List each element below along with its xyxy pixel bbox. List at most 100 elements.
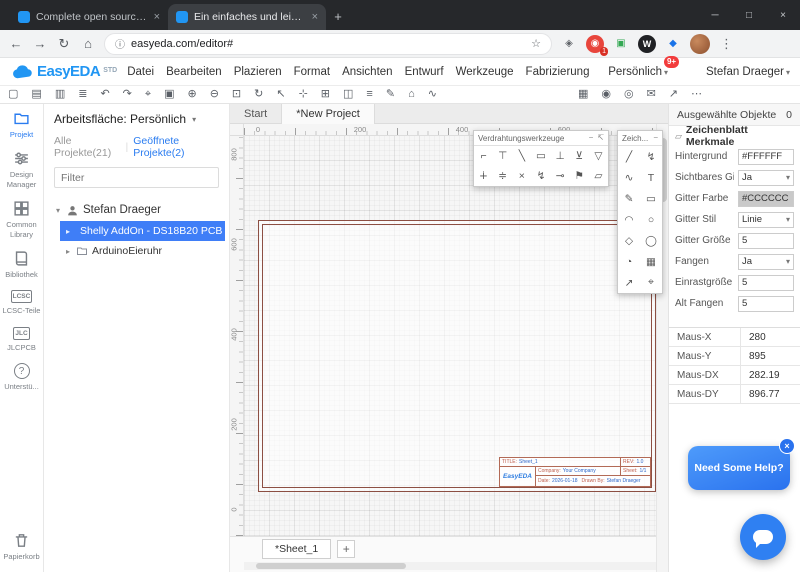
sidebar-item-design-manager[interactable]: Design Manager [0,144,43,194]
menu-entwurf[interactable]: Entwurf [405,66,444,78]
background-input[interactable] [738,149,794,165]
no-connect-icon[interactable]: × [512,166,531,186]
redo-icon[interactable]: ↷ [123,89,132,100]
browser-tab-active[interactable]: Ein einfaches und leistungsstark × [168,4,326,30]
project-row-selected[interactable]: ▸ Shelly AddOn - DS18B20 PCB [60,221,225,241]
sheet-tab[interactable]: *Sheet_1 [262,539,331,559]
polygon-icon[interactable]: ◇ [618,230,640,251]
grid-size-input[interactable] [738,233,794,249]
extension-icon-3[interactable]: ▣ [612,35,630,53]
bus-icon[interactable]: ⊤ [493,146,512,166]
tab-open-projects[interactable]: Geöffnete Projekte(2) [133,135,219,159]
home-icon[interactable]: ⌂ [80,36,96,51]
arrow-icon[interactable]: ↗ [618,272,640,293]
site-info-icon[interactable]: ⓘ [115,36,125,51]
sidebar-item-bibliothek[interactable]: Bibliothek [0,244,43,284]
text-icon[interactable]: T [640,167,662,188]
menu-plazieren[interactable]: Plazieren [234,66,282,78]
more-icon[interactable]: ⋯ [691,89,702,100]
sidebar-item-jlcpcb[interactable]: JLC JLCPCB [0,321,43,357]
rect-icon[interactable]: ▭ [640,188,662,209]
schematic-canvas[interactable]: TITLE:Sheet_1 REV:1.0 EasyEDA Company:Yo… [244,136,656,536]
address-bar[interactable]: ⓘ easyeda.com/editor# ☆ [104,33,552,55]
pin-icon[interactable]: ⊸ [551,166,570,186]
ground-icon[interactable]: ⊥ [551,146,570,166]
minimize-icon[interactable]: − [653,134,658,142]
photo-icon[interactable]: ◉ [601,89,611,100]
zoom-out-icon[interactable]: ⊖ [210,89,219,100]
grid-color-input[interactable] [738,191,794,207]
line-icon[interactable]: ╱ [618,146,640,167]
new-sheet-icon[interactable]: ▢ [8,89,18,100]
chevron-right-icon[interactable]: ▸ [64,227,72,236]
snapshot-icon[interactable]: ▣ [164,89,174,100]
vcc-flag-icon[interactable]: ∔ [474,166,493,186]
panel-header[interactable]: Zeich... − [618,131,662,146]
browser-tab-inactive[interactable]: Complete open source - EasyE × [10,4,168,30]
open-project-icon[interactable]: ▤ [31,89,41,100]
circle-icon[interactable]: ○ [640,209,662,230]
layers-icon[interactable]: ≡ [366,89,372,100]
menu-werkzeuge[interactable]: Werkzeuge [456,66,514,78]
voltage-probe-icon[interactable]: ↯ [531,166,550,186]
grid-style-select[interactable]: Linie▾ [738,212,794,228]
forward-icon[interactable]: → [32,36,48,51]
message-icon[interactable]: ✉ [647,89,656,100]
reload-icon[interactable]: ↻ [56,36,72,52]
tab-close-icon[interactable]: × [154,11,160,23]
search-icon[interactable]: ⌖ [145,89,151,100]
extension-icon-4[interactable]: W [638,35,656,53]
chat-button[interactable] [740,514,786,560]
protective-ground-icon[interactable]: ≑ [493,166,512,186]
chevron-right-icon[interactable]: ▸ [64,247,72,256]
pointer-icon[interactable]: ↖ [276,89,285,100]
pan-icon[interactable]: ⊹ [299,89,308,100]
net-label-icon[interactable]: ▭ [531,146,550,166]
window-maximize-button[interactable]: □ [732,0,766,30]
tab-all-projects[interactable]: Alle Projekte(21) [54,135,120,159]
sidebar-item-projekt[interactable]: Projekt [0,104,43,144]
gnd-flag-icon[interactable]: ⊻ [570,146,589,166]
scrollbar-thumb[interactable] [256,563,406,569]
filter-input[interactable] [54,167,219,188]
browser-profile-avatar[interactable] [690,34,710,54]
workspace-selector[interactable]: Persönlich▾ [608,66,668,78]
close-icon[interactable]: × [779,438,795,454]
sidebar-item-common-library[interactable]: Common Library [0,194,43,244]
wire-icon[interactable]: ⌐ [474,146,493,166]
schematic-sheet[interactable]: TITLE:Sheet_1 REV:1.0 EasyEDA Company:Yo… [258,220,656,492]
extension-icon-2[interactable]: ◉1 [586,35,604,53]
extension-icon-5[interactable]: ◆ [664,35,682,53]
easyeda-logo[interactable]: EasyEDA STD [10,63,117,80]
back-icon[interactable]: ← [8,36,24,51]
share-icon[interactable]: ↗ [669,89,678,100]
tab-close-icon[interactable]: × [312,11,318,23]
sidebar-item-support[interactable]: ? Unterstü... [0,357,43,396]
minimize-icon[interactable]: − [589,134,594,142]
help-bubble[interactable]: Need Some Help? × [688,446,790,490]
image-icon[interactable]: ▦ [640,251,662,272]
zoom-fit-icon[interactable]: ⊡ [232,89,241,100]
symbol-wizard-icon[interactable]: ⌂ [408,89,415,100]
refresh-icon[interactable]: ↻ [254,89,263,100]
net-port-icon[interactable]: ▽ [589,146,608,166]
horizontal-scrollbar[interactable] [244,562,656,570]
new-tab-button[interactable]: + [326,4,350,28]
menu-format[interactable]: Format [294,66,330,78]
pie-icon[interactable]: ◔ [618,251,640,272]
user-avatar-wrap[interactable]: 9+ [677,62,697,82]
pencil-icon[interactable]: ✎ [618,188,640,209]
sidebar-item-lcsc[interactable]: LCSC LCSC-Teile [0,284,43,320]
annotate-icon[interactable]: ✎ [386,89,395,100]
project-row[interactable]: ▸ ArduinoEieruhr [60,241,219,261]
user-menu[interactable]: Stefan Draeger▾ [706,66,790,78]
bezier-icon[interactable]: ∿ [618,167,640,188]
menu-datei[interactable]: Datei [127,66,154,78]
tab-start[interactable]: Start [230,104,281,123]
browser-menu-icon[interactable]: ⋮ [720,36,733,52]
chevron-down-icon[interactable]: ▾ [54,206,62,215]
window-close-button[interactable]: × [766,0,800,30]
bus-entry-icon[interactable]: ╲ [512,146,531,166]
visible-grid-select[interactable]: Ja▾ [738,170,794,186]
freehand-icon[interactable]: ↯ [640,146,662,167]
